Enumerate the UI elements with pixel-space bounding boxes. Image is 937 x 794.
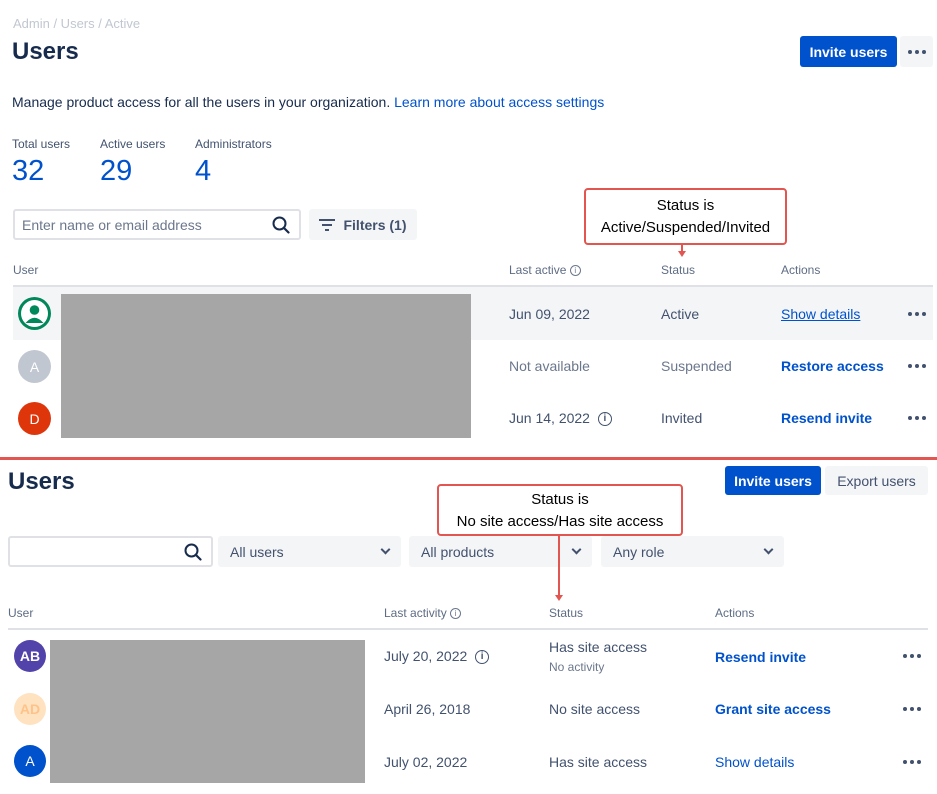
invite-users-button[interactable]: Invite users	[800, 36, 897, 67]
annotation-arrow-head	[678, 251, 686, 257]
row-more-button[interactable]	[898, 648, 926, 664]
filters-label: Filters (1)	[343, 216, 407, 233]
search-icon[interactable]	[184, 543, 202, 561]
show-details-link[interactable]: Show details	[715, 754, 794, 770]
info-icon[interactable]: i	[475, 650, 490, 665]
column-header-label: Last activity	[384, 606, 447, 620]
breadcrumb[interactable]: Admin / Users / Active	[13, 16, 140, 31]
chevron-down-icon	[763, 544, 774, 555]
select-value: Any role	[613, 543, 665, 560]
search-icon[interactable]	[272, 216, 290, 234]
column-header-last-active[interactable]: Last active i	[509, 263, 581, 277]
row-more-button[interactable]	[903, 306, 931, 322]
resend-invite-link[interactable]: Resend invite	[781, 410, 872, 426]
stat-label: Total users	[12, 137, 71, 151]
column-header-user[interactable]: User	[8, 606, 33, 620]
more-options-button[interactable]	[900, 36, 933, 67]
row-more-button[interactable]	[898, 754, 926, 770]
select-value: All products	[421, 543, 495, 560]
info-icon[interactable]: i	[569, 265, 581, 277]
stat-label: Active users	[100, 137, 166, 151]
status-text: Has site access	[549, 639, 648, 655]
annotation-callout: Status is No site access/Has site access	[437, 484, 683, 536]
invite-users-button[interactable]: Invite users	[725, 466, 821, 495]
callout-line: No site access/Has site access	[456, 513, 664, 530]
learn-more-link[interactable]: Learn more about access settings	[394, 94, 604, 110]
status-subtext: No activity	[549, 660, 605, 674]
role-filter-select[interactable]: Any role	[601, 536, 784, 567]
column-header-user[interactable]: User	[13, 263, 38, 277]
stat-value: 4	[195, 155, 212, 187]
page-description: Manage product access for all the users …	[12, 94, 604, 110]
column-header-status[interactable]: Status	[549, 606, 583, 620]
show-details-link[interactable]: Show details	[781, 306, 860, 322]
grant-site-access-link[interactable]: Grant site access	[715, 701, 831, 717]
users-filter-select[interactable]: All users	[218, 536, 401, 567]
screenshot-separator	[0, 457, 937, 460]
stat-active-users: Active users 29	[100, 137, 165, 188]
description-text: Manage product access for all the users …	[12, 94, 391, 110]
stat-administrators: Administrators 4	[195, 137, 272, 188]
select-value: All users	[230, 543, 284, 560]
avatar[interactable]: A	[18, 350, 51, 383]
search-input[interactable]: Enter name or email address	[13, 209, 301, 240]
row-more-button[interactable]	[898, 701, 926, 717]
status-value: Has site access No activity	[549, 639, 647, 674]
last-activity-value: July 20, 2022 i	[384, 648, 490, 665]
search-input[interactable]	[8, 536, 213, 567]
column-header-actions: Actions	[781, 263, 821, 277]
redacted-user-info	[61, 294, 471, 438]
last-active-value: Jun 09, 2022	[509, 306, 590, 322]
chevron-down-icon	[571, 544, 582, 555]
callout-line: Active/Suspended/Invited	[600, 219, 771, 236]
avatar[interactable]	[18, 297, 51, 330]
annotation-arrow	[558, 536, 560, 596]
products-filter-select[interactable]: All products	[409, 536, 592, 567]
row-more-button[interactable]	[903, 410, 931, 426]
redacted-user-info	[50, 640, 365, 783]
user-icon	[21, 300, 48, 327]
last-activity-value: July 02, 2022	[384, 754, 468, 770]
last-active-text: Jun 14, 2022	[509, 410, 590, 426]
callout-line: Status is	[656, 197, 715, 214]
status-value: Has site access	[549, 754, 648, 770]
status-value: Active	[661, 306, 700, 322]
chevron-down-icon	[380, 544, 391, 555]
avatar[interactable]: AB	[14, 640, 46, 672]
export-users-button[interactable]: Export users	[825, 466, 928, 495]
column-header-label: Last active	[509, 263, 567, 277]
status-value: No site access	[549, 701, 641, 717]
info-icon[interactable]: i	[450, 608, 462, 620]
column-header-actions: Actions	[715, 606, 755, 620]
resend-invite-link[interactable]: Resend invite	[715, 649, 806, 665]
status-value: Suspended	[661, 358, 732, 374]
stat-label: Administrators	[195, 137, 272, 151]
page-title: Users	[8, 468, 75, 495]
avatar[interactable]: AD	[14, 693, 46, 725]
status-value: Invited	[661, 410, 703, 426]
last-active-value: Not available	[509, 358, 590, 374]
last-activity-text: July 20, 2022	[384, 648, 468, 664]
avatar[interactable]: A	[14, 745, 46, 777]
stat-total-users: Total users 32	[12, 137, 70, 188]
column-header-last-activity[interactable]: Last activity i	[384, 606, 462, 620]
restore-access-link[interactable]: Restore access	[781, 358, 884, 374]
filter-icon	[319, 218, 336, 231]
filters-button[interactable]: Filters (1)	[309, 209, 417, 240]
column-header-status[interactable]: Status	[661, 263, 695, 277]
row-more-button[interactable]	[903, 358, 931, 374]
stat-value: 29	[100, 155, 133, 187]
last-activity-value: April 26, 2018	[384, 701, 471, 717]
search-placeholder: Enter name or email address	[22, 217, 202, 233]
annotation-arrow-head	[555, 595, 563, 601]
page-title: Users	[12, 38, 79, 65]
last-active-value: Jun 14, 2022 i	[509, 410, 612, 427]
callout-line: Status is	[531, 491, 589, 508]
stat-value: 32	[12, 155, 45, 187]
annotation-callout: Status is Active/Suspended/Invited	[584, 188, 787, 245]
avatar[interactable]: D	[18, 402, 51, 435]
info-icon[interactable]: i	[597, 412, 612, 427]
